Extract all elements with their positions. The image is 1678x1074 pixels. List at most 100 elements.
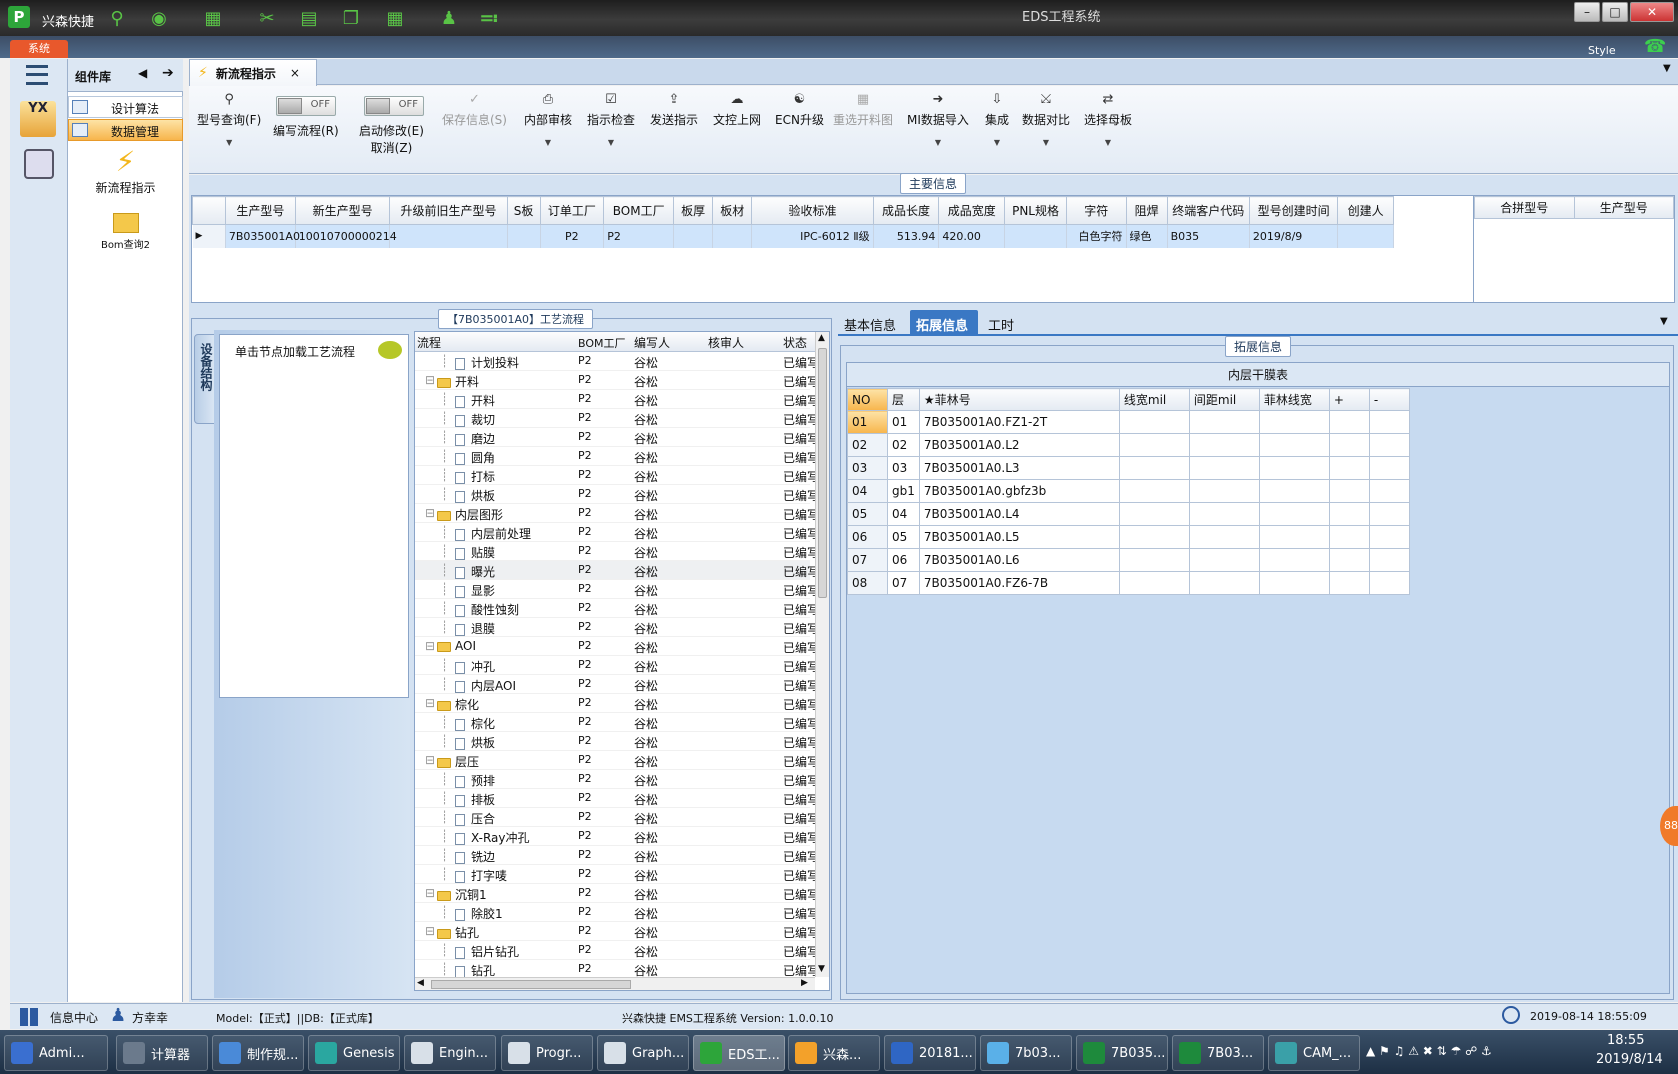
tree-folder-node[interactable]: ⊟ 沉铜1 P2 谷松 已编写 <box>415 884 819 903</box>
table-cell[interactable] <box>1258 548 1330 572</box>
tree-leaf-node[interactable]: ┊ 开料 P2 谷松 已编写 <box>415 390 819 409</box>
data-compare-button[interactable]: ⤩ 数据对比 ▼ <box>1022 92 1070 147</box>
column-header[interactable]: 型号创建时间 <box>1248 196 1339 225</box>
tree-leaf-node[interactable]: ┊ 贴膜 P2 谷松 已编写 <box>415 542 819 561</box>
column-header[interactable]: 字符 <box>1065 196 1127 225</box>
device-structure-tab[interactable]: 设备结构 <box>194 334 216 424</box>
table-cell[interactable] <box>1328 571 1370 595</box>
column-header[interactable]: 流程 <box>417 334 441 351</box>
table-cell[interactable]: 07 <box>887 571 920 595</box>
table-cell[interactable] <box>1258 479 1330 503</box>
column-header[interactable]: 创建人 <box>1337 196 1394 225</box>
column-header[interactable]: S板 <box>506 196 541 225</box>
taskbar-time[interactable]: 18:55 <box>1607 1033 1644 1048</box>
table-cell[interactable] <box>1368 456 1410 480</box>
column-header[interactable]: 线宽mil <box>1118 388 1190 411</box>
tab-dropdown-icon[interactable]: ▼ <box>1663 63 1671 74</box>
table-cell[interactable]: 7B035001A0.FZ1-2T <box>918 410 1120 434</box>
tab-new-process[interactable]: ⚡ 新流程指示 × <box>189 59 317 86</box>
column-header[interactable]: 成品宽度 <box>938 196 1006 225</box>
table-cell[interactable] <box>1368 479 1410 503</box>
table-cell[interactable] <box>1368 525 1410 549</box>
tree-folder-node[interactable]: ⊟ 棕化 P2 谷松 已编写 <box>415 694 819 713</box>
table-cell[interactable] <box>673 224 714 248</box>
cancel-button[interactable]: 取消(Z) <box>359 139 424 156</box>
panel-dropdown-icon[interactable]: ▼ <box>1660 316 1668 327</box>
taskbar-item[interactable]: Graph... <box>597 1035 689 1071</box>
column-header[interactable]: 新生产型号 <box>294 196 391 225</box>
table-row[interactable]: ▶ 7B035001A0 10010700000214 P2 P2 IPC-60… <box>192 224 1394 248</box>
table-cell[interactable] <box>1337 224 1394 248</box>
internal-review-button[interactable]: ⎙ 内部审核 ▼ <box>524 92 572 147</box>
info-center-label[interactable]: 信息中心 <box>50 1009 98 1026</box>
tree-vscrollbar[interactable]: ▲ ▼ <box>815 332 829 977</box>
hscroll-thumb[interactable] <box>431 980 631 989</box>
model-query-button[interactable]: ⚲ 型号查询(F) ▼ <box>197 92 261 147</box>
grid-icon[interactable]: ▦ <box>200 6 226 30</box>
lib-item-data-management[interactable]: 数据管理 <box>68 119 183 141</box>
tree-leaf-node[interactable]: ┊ 酸性蚀刻 P2 谷松 已编写 <box>415 599 819 618</box>
column-header[interactable]: 间距mil <box>1188 388 1260 411</box>
table-cell[interactable] <box>1258 525 1330 549</box>
taskbar-item[interactable]: 计算器 <box>116 1035 208 1071</box>
table-row[interactable]: 01 01 7B035001A0.FZ1-2T <box>847 410 1410 434</box>
tree-leaf-node[interactable]: ┊ 压合 P2 谷松 已编写 <box>415 808 819 827</box>
table-cell[interactable]: 04 <box>847 479 888 503</box>
taskbar-item[interactable]: 制作规... <box>212 1035 304 1071</box>
reselect-cutting-button[interactable]: ▦ 重选开料图 <box>833 92 893 128</box>
table-cell[interactable] <box>1258 410 1330 434</box>
column-header[interactable]: PNL规格 <box>1004 196 1067 225</box>
tree-folder-node[interactable]: ⊟ AOI P2 谷松 已编写 <box>415 637 819 656</box>
send-instruction-button[interactable]: ⇪ 发送指示 <box>650 92 698 128</box>
table-cell[interactable] <box>1188 525 1260 549</box>
table-row[interactable]: 02 02 7B035001A0.L2 <box>847 433 1410 457</box>
dropdown-arrow-icon[interactable]: ▼ <box>197 138 261 147</box>
table-cell[interactable] <box>1328 548 1370 572</box>
taskbar-item[interactable]: 20181... <box>884 1035 976 1071</box>
column-header[interactable]: 板材 <box>712 196 753 225</box>
table-cell[interactable]: 07 <box>847 548 888 572</box>
tab-work-hours[interactable]: 工时 <box>984 310 1034 334</box>
taskbar-item[interactable]: 7B03... <box>1172 1035 1264 1071</box>
dropdown-arrow-icon[interactable]: ▼ <box>1084 138 1132 147</box>
tree-leaf-node[interactable]: ┊ 打标 P2 谷松 已编写 <box>415 466 819 485</box>
scroll-thumb[interactable] <box>818 348 827 598</box>
tab-basic-info[interactable]: 基本信息 <box>838 310 908 334</box>
dropdown-arrow-icon[interactable]: ▼ <box>985 138 1009 147</box>
table-cell[interactable] <box>1004 224 1067 248</box>
taskbar-item[interactable]: 7B035... <box>1076 1035 1168 1071</box>
table-cell[interactable]: 08 <box>847 571 888 595</box>
table-cell[interactable] <box>1188 410 1260 434</box>
table-cell[interactable] <box>1188 456 1260 480</box>
remove-column-button[interactable]: - <box>1368 388 1410 411</box>
column-header[interactable]: BOM工厂 <box>603 196 675 225</box>
table-cell[interactable]: 05 <box>887 525 920 549</box>
taskbar-item[interactable]: 7b03... <box>980 1035 1072 1071</box>
taskbar-item[interactable]: 兴森... <box>788 1035 880 1071</box>
taskbar-item[interactable]: CAM_... <box>1268 1035 1360 1071</box>
hamburger-menu-icon[interactable] <box>26 65 48 85</box>
column-header[interactable]: 生产型号 <box>1573 196 1674 219</box>
table-cell[interactable] <box>1368 571 1410 595</box>
tree-leaf-node[interactable]: ┊ 退膜 P2 谷松 已编写 <box>415 618 819 637</box>
mi-import-button[interactable]: ➜ MI数据导入 ▼ <box>907 92 969 147</box>
user-icon[interactable]: ♟ <box>436 6 462 30</box>
write-process-toggle[interactable]: OFF <box>276 96 336 116</box>
table-cell[interactable]: 420.00 <box>938 224 1006 248</box>
taskbar-item[interactable]: Genesis <box>308 1035 400 1071</box>
column-header[interactable]: BOM工厂 <box>578 335 626 351</box>
layers-icon[interactable]: ❐ <box>338 6 364 30</box>
column-header[interactable]: 生产型号 <box>224 196 296 225</box>
table-cell[interactable]: 03 <box>847 456 888 480</box>
add-column-button[interactable]: + <box>1328 388 1370 411</box>
table-cell[interactable]: 绿色 <box>1126 224 1168 248</box>
table-cell[interactable]: 05 <box>847 502 888 526</box>
select-mother-board-button[interactable]: ⇄ 选择母板 ▼ <box>1084 92 1132 147</box>
column-header[interactable]: 终端客户代码 <box>1166 196 1250 225</box>
collapse-left-icon[interactable]: ◀ <box>138 66 147 80</box>
close-window-button[interactable]: ✕ <box>1630 2 1674 22</box>
tree-leaf-node[interactable]: ┊ 铝片钻孔 P2 谷松 已编写 <box>415 941 819 960</box>
column-header[interactable]: NO <box>847 388 888 411</box>
module-new-process[interactable]: ⚡ 新流程指示 <box>68 145 183 207</box>
phone-icon[interactable]: ☎ <box>1644 36 1666 57</box>
